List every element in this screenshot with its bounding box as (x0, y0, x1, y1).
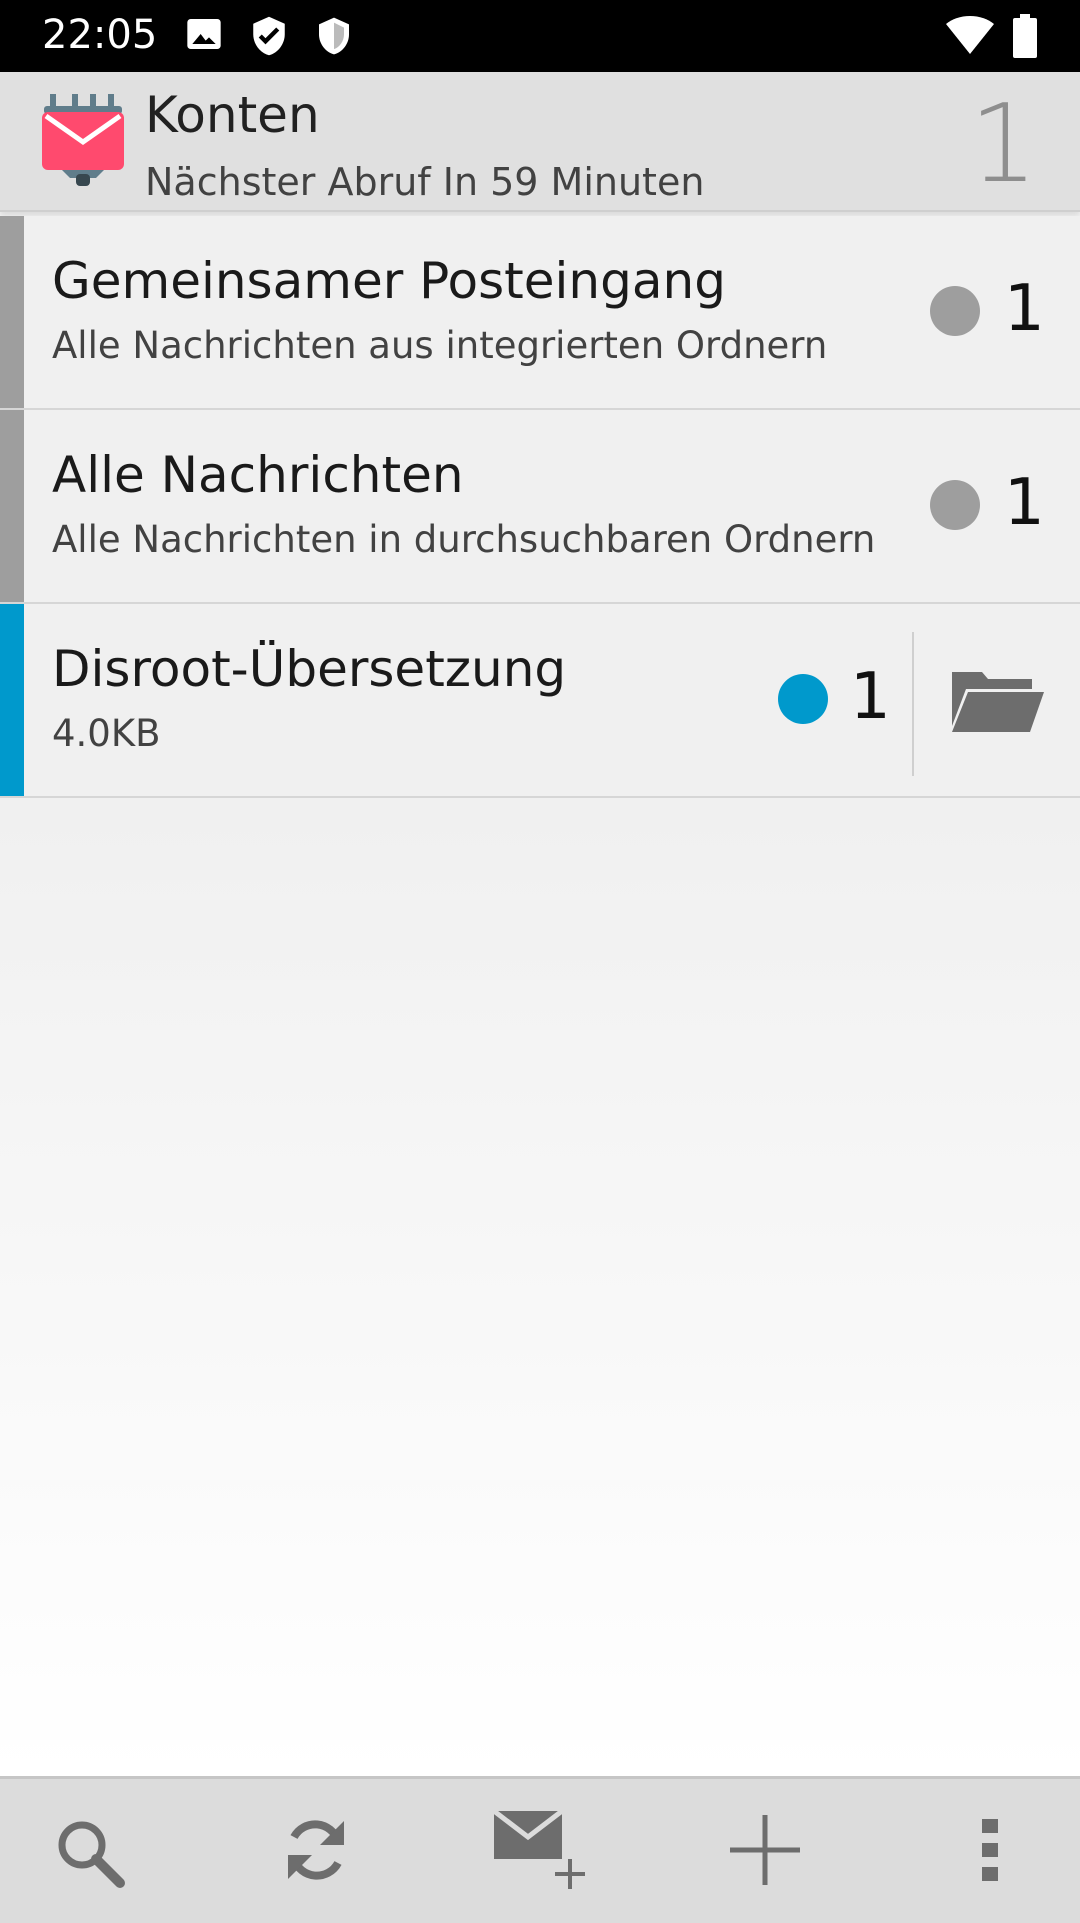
k9-mail-logo (42, 94, 124, 190)
account-title: Disroot-Übersetzung (52, 640, 567, 698)
unread-count[interactable]: 1 (1004, 466, 1045, 540)
account-color-bar (0, 216, 24, 408)
refresh-icon[interactable] (280, 1813, 352, 1891)
shield-check-icon (248, 14, 290, 62)
row-divider (912, 632, 914, 776)
wifi-icon (946, 16, 994, 60)
app-header: Konten Nächster Abruf In 59 Minuten 1 (0, 72, 1080, 212)
search-icon[interactable] (54, 1817, 126, 1893)
account-row-unified-inbox[interactable]: Gemeinsamer Posteingang Alle Nachrichten… (0, 216, 1080, 410)
shield-icon (314, 14, 354, 62)
unread-dot (930, 286, 980, 336)
overflow-menu-icon[interactable] (980, 1817, 1000, 1887)
folder-icon[interactable] (950, 668, 1044, 738)
account-subtitle: Alle Nachrichten in durchsuchbaren Ordne… (52, 518, 876, 561)
bottom-action-bar (0, 1776, 1080, 1923)
empty-area (0, 798, 1080, 1776)
total-unread-count: 1 (969, 82, 1038, 207)
unread-dot (930, 480, 980, 530)
unread-count[interactable]: 1 (850, 660, 891, 734)
account-row-all-messages[interactable]: Alle Nachrichten Alle Nachrichten in dur… (0, 410, 1080, 604)
unread-count[interactable]: 1 (1004, 272, 1045, 346)
unread-dot (778, 674, 828, 724)
account-size: 4.0KB (52, 712, 161, 755)
account-list: Gemeinsamer Posteingang Alle Nachrichten… (0, 216, 1080, 798)
status-bar: 22:05 (0, 0, 1080, 72)
status-time: 22:05 (42, 12, 158, 58)
account-subtitle: Alle Nachrichten aus integrierten Ordner… (52, 324, 828, 367)
add-icon[interactable] (728, 1813, 802, 1891)
account-title: Gemeinsamer Posteingang (52, 252, 726, 310)
account-row-disroot[interactable]: Disroot-Übersetzung 4.0KB 1 (0, 604, 1080, 798)
page-title: Konten (145, 86, 320, 144)
next-fetch-status: Nächster Abruf In 59 Minuten (145, 160, 705, 204)
account-title: Alle Nachrichten (52, 446, 464, 504)
account-color-bar (0, 604, 24, 796)
battery-icon (1012, 14, 1038, 62)
image-icon (184, 14, 224, 58)
compose-icon[interactable] (492, 1807, 588, 1895)
account-color-bar (0, 410, 24, 602)
